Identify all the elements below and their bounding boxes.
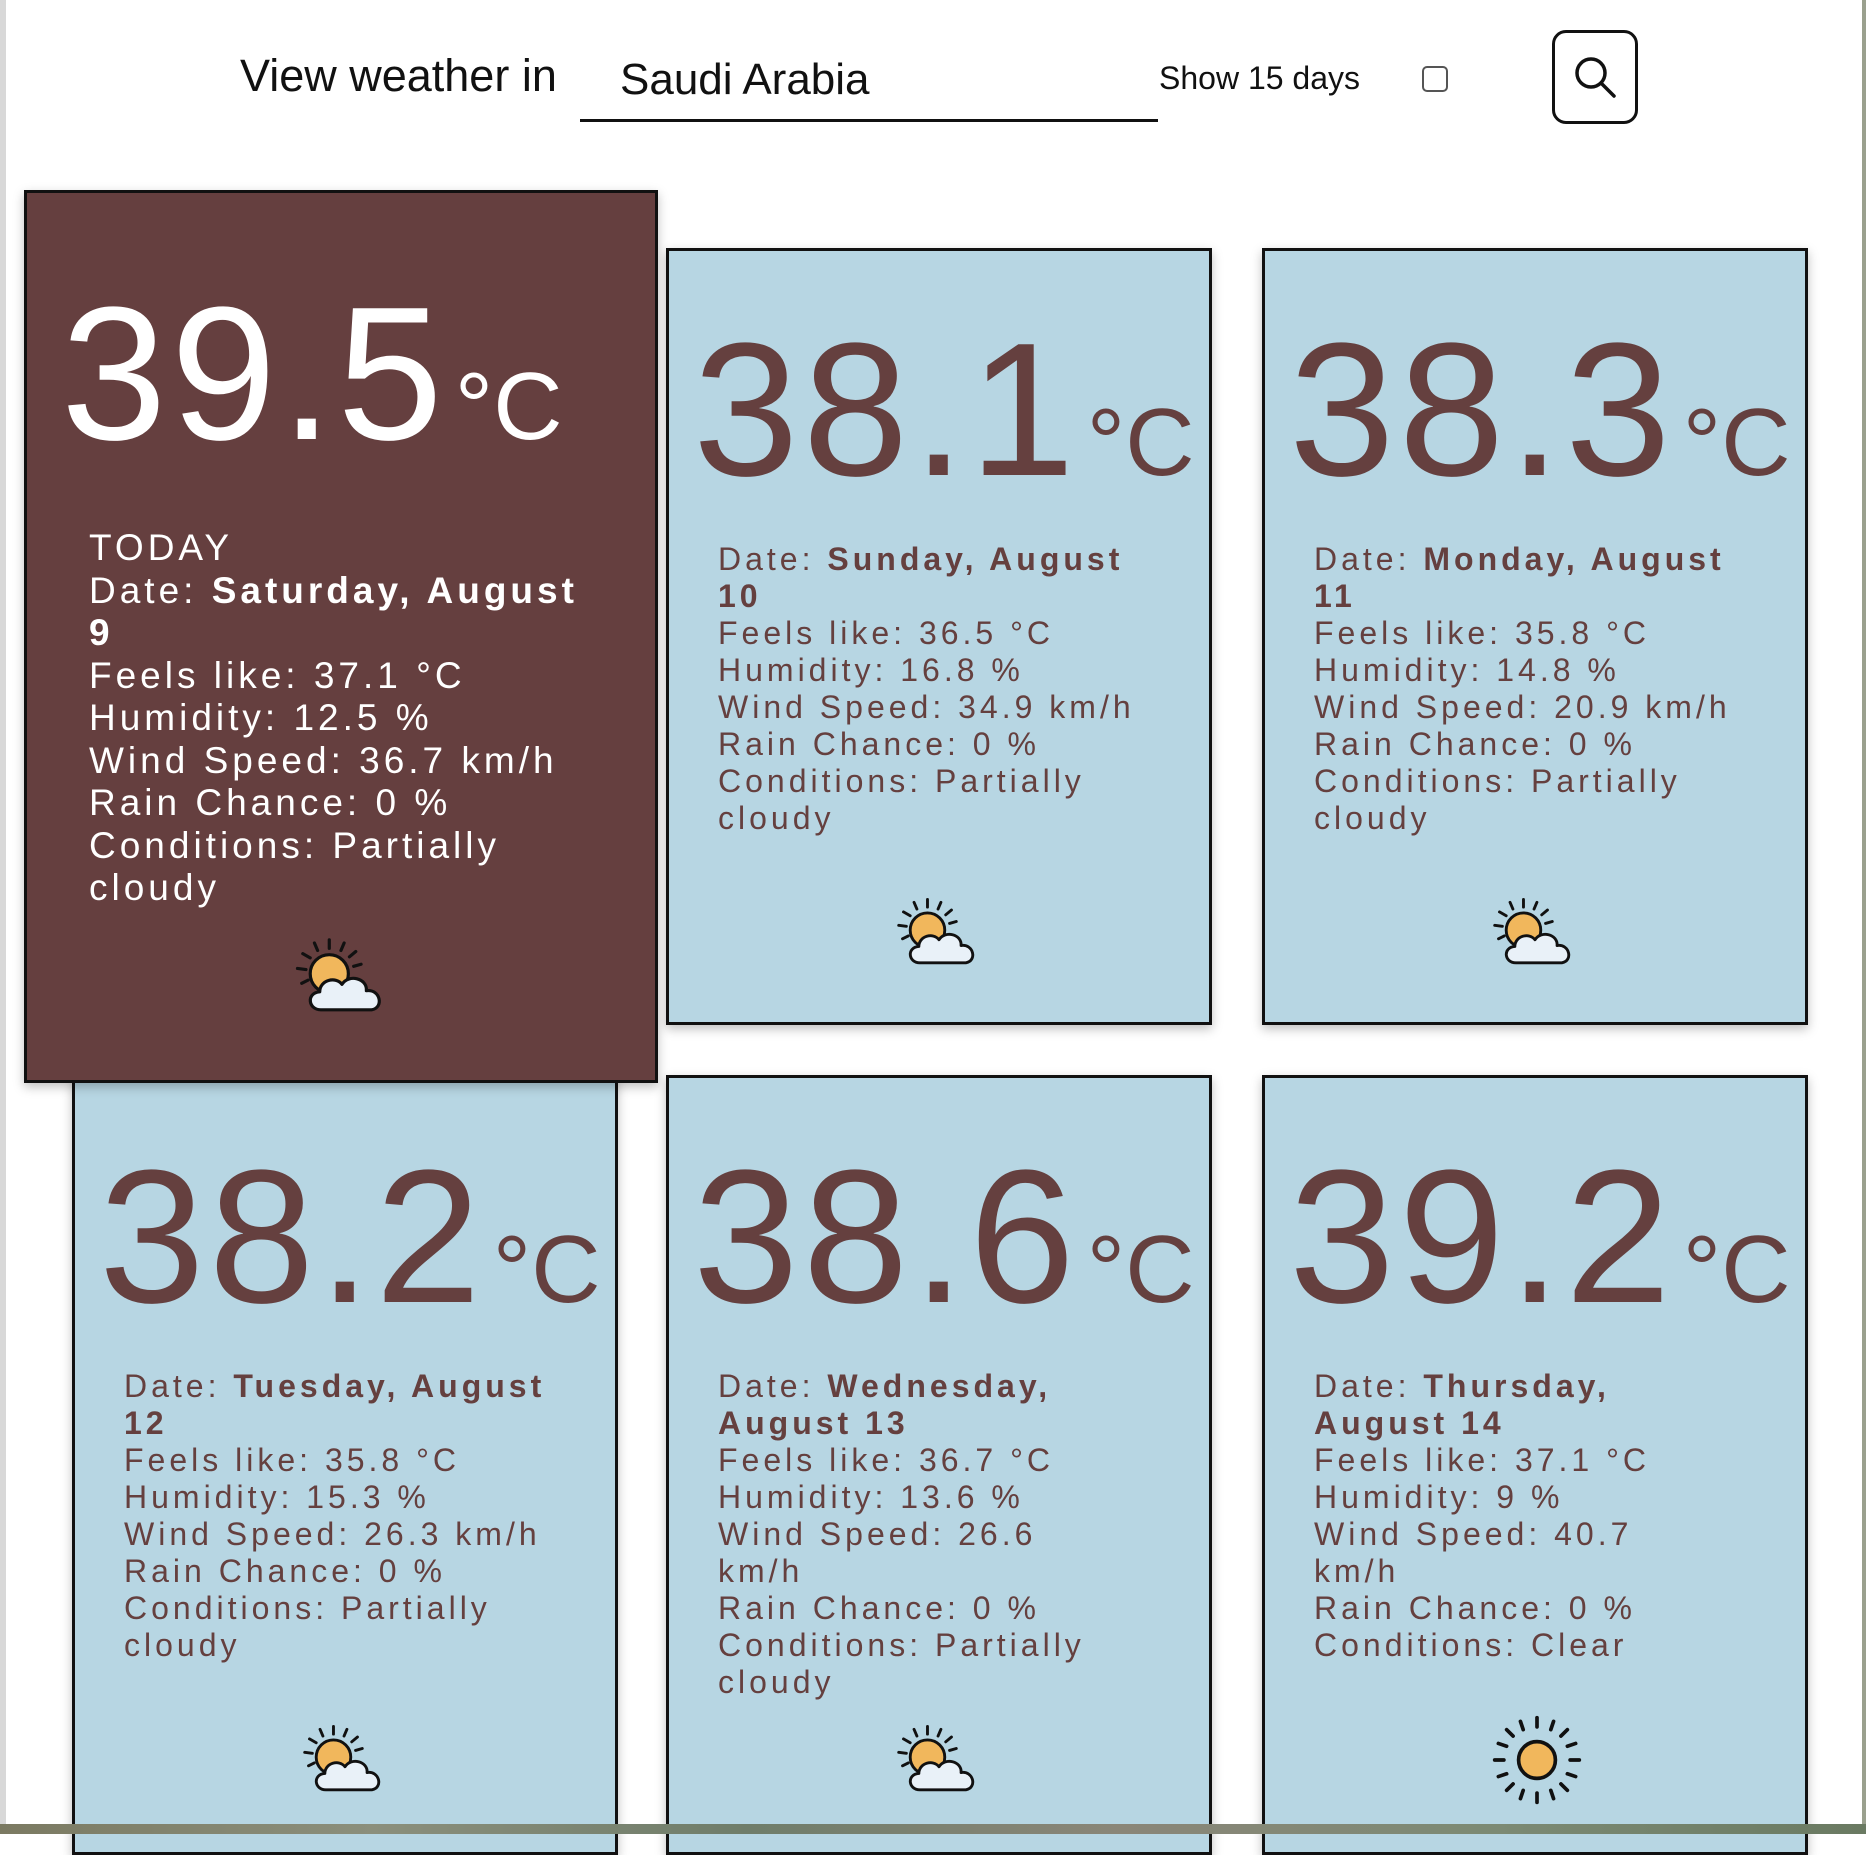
temperature-unit: °C: [454, 353, 563, 460]
rain-chance: Rain Chance: 0 %: [1314, 1590, 1636, 1626]
date-label: Date:: [718, 541, 828, 577]
feels-like: Feels like: 36.7 °C: [718, 1442, 1055, 1478]
forecast-details: Date: Tuesday, August 12 Feels like: 35.…: [124, 1368, 564, 1664]
partly-cloudy-icon: [891, 1720, 987, 1802]
conditions: Conditions: Clear: [1314, 1627, 1628, 1663]
wind-speed: Wind Speed: 26.6 km/h: [718, 1516, 1037, 1589]
date-line: Date: Tuesday, August 12: [124, 1368, 564, 1442]
date-label: Date:: [124, 1368, 234, 1404]
temperature-unit: °C: [1682, 1216, 1791, 1323]
date-label: Date:: [89, 569, 212, 611]
partly-cloudy-icon: [1487, 893, 1583, 975]
sun-icon: [1491, 1714, 1583, 1806]
temperature: 38.2°C: [99, 1142, 601, 1332]
window-edge: [1862, 0, 1866, 1834]
forecast-card[interactable]: 38.6°C Date: Wednesday, August 13 Feels …: [666, 1075, 1212, 1855]
feels-like: Feels like: 35.8 °C: [124, 1442, 461, 1478]
conditions: Conditions: Partially cloudy: [1314, 763, 1681, 836]
humidity: Humidity: 16.8 %: [718, 652, 1024, 688]
humidity: Humidity: 9 %: [1314, 1479, 1564, 1515]
temperature-value: 38.1: [693, 304, 1079, 516]
wind-speed: Wind Speed: 34.9 km/h: [718, 689, 1135, 725]
forecast-card[interactable]: 38.1°C Date: Sunday, August 10 Feels lik…: [666, 248, 1212, 1025]
forecast-details: Date: Monday, August 11 Feels like: 35.8…: [1314, 541, 1754, 837]
temperature-unit: °C: [1682, 389, 1791, 496]
feels-like: Feels like: 37.1 °C: [89, 654, 466, 696]
date-label: Date:: [718, 1368, 828, 1404]
location-label: View weather in: [240, 50, 557, 101]
date-label: Date:: [1314, 1368, 1424, 1404]
temperature-value: 38.6: [693, 1131, 1079, 1343]
feels-like: Feels like: 35.8 °C: [1314, 615, 1651, 651]
desktop-background-strip: [0, 1824, 1866, 1834]
rain-chance: Rain Chance: 0 %: [1314, 726, 1636, 762]
weather-page: View weather in Show 15 days 39.5°C TODA…: [0, 0, 1862, 1855]
date-line: Date: Thursday, August 14: [1314, 1368, 1654, 1442]
date-line: Date: Saturday, August 9: [89, 570, 609, 655]
temperature: 39.2°C: [1289, 1142, 1791, 1332]
forecast-details: Date: Sunday, August 10 Feels like: 36.5…: [718, 541, 1158, 837]
conditions: Conditions: Partially cloudy: [124, 1590, 491, 1663]
temperature-unit: °C: [492, 1216, 601, 1323]
temperature-unit: °C: [1086, 1216, 1195, 1323]
feels-like: Feels like: 36.5 °C: [718, 615, 1055, 651]
temperature-value: 38.2: [99, 1131, 485, 1343]
rain-chance: Rain Chance: 0 %: [718, 726, 1040, 762]
forecast-card-today[interactable]: 39.5°C TODAY Date: Saturday, August 9 Fe…: [24, 190, 658, 1083]
date-line: Date: Wednesday, August 13: [718, 1368, 1118, 1442]
temperature-unit: °C: [1086, 389, 1195, 496]
temperature-value: 38.3: [1289, 304, 1675, 516]
today-label: TODAY: [89, 527, 234, 568]
humidity: Humidity: 15.3 %: [124, 1479, 430, 1515]
search-icon: [1575, 57, 1616, 98]
date-line: Date: Monday, August 11: [1314, 541, 1754, 615]
feels-like: Feels like: 37.1 °C: [1314, 1442, 1651, 1478]
partly-cloudy-icon: [891, 893, 987, 975]
forecast-details: TODAY Date: Saturday, August 9 Feels lik…: [89, 527, 609, 910]
date-line: Date: Sunday, August 10: [718, 541, 1158, 615]
search-button[interactable]: [1552, 30, 1638, 124]
wind-speed: Wind Speed: 26.3 km/h: [124, 1516, 541, 1552]
forecast-details: Date: Thursday, August 14 Feels like: 37…: [1314, 1368, 1654, 1664]
show-15-days-label: Show 15 days: [1159, 60, 1361, 96]
temperature: 38.3°C: [1289, 315, 1791, 505]
wind-speed: Wind Speed: 40.7 km/h: [1314, 1516, 1633, 1589]
wind-speed: Wind Speed: 20.9 km/h: [1314, 689, 1731, 725]
forecast-card[interactable]: 39.2°C Date: Thursday, August 14 Feels l…: [1262, 1075, 1808, 1855]
humidity: Humidity: 13.6 %: [718, 1479, 1024, 1515]
humidity: Humidity: 14.8 %: [1314, 652, 1620, 688]
temperature: 38.6°C: [693, 1142, 1195, 1332]
conditions: Conditions: Partially cloudy: [718, 763, 1085, 836]
forecast-details: Date: Wednesday, August 13 Feels like: 3…: [718, 1368, 1118, 1701]
partly-cloudy-icon: [289, 933, 395, 1023]
partly-cloudy-icon: [297, 1720, 393, 1802]
show-15-days-checkbox[interactable]: [1422, 66, 1448, 92]
location-input[interactable]: [580, 40, 1158, 122]
rain-chance: Rain Chance: 0 %: [124, 1553, 446, 1589]
forecast-card[interactable]: 38.2°C Date: Tuesday, August 12 Feels li…: [72, 1075, 618, 1855]
date-label: Date:: [1314, 541, 1424, 577]
temperature-value: 39.2: [1289, 1131, 1675, 1343]
conditions: Conditions: Partially cloudy: [718, 1627, 1085, 1700]
temperature: 38.1°C: [693, 315, 1195, 505]
humidity: Humidity: 12.5 %: [89, 697, 433, 738]
temperature: 39.5°C: [61, 279, 563, 469]
temperature-value: 39.5: [61, 268, 447, 480]
rain-chance: Rain Chance: 0 %: [718, 1590, 1040, 1626]
rain-chance: Rain Chance: 0 %: [89, 782, 452, 823]
wind-speed: Wind Speed: 36.7 km/h: [89, 739, 558, 781]
conditions: Conditions: Partially cloudy: [89, 824, 500, 909]
forecast-card[interactable]: 38.3°C Date: Monday, August 11 Feels lik…: [1262, 248, 1808, 1025]
